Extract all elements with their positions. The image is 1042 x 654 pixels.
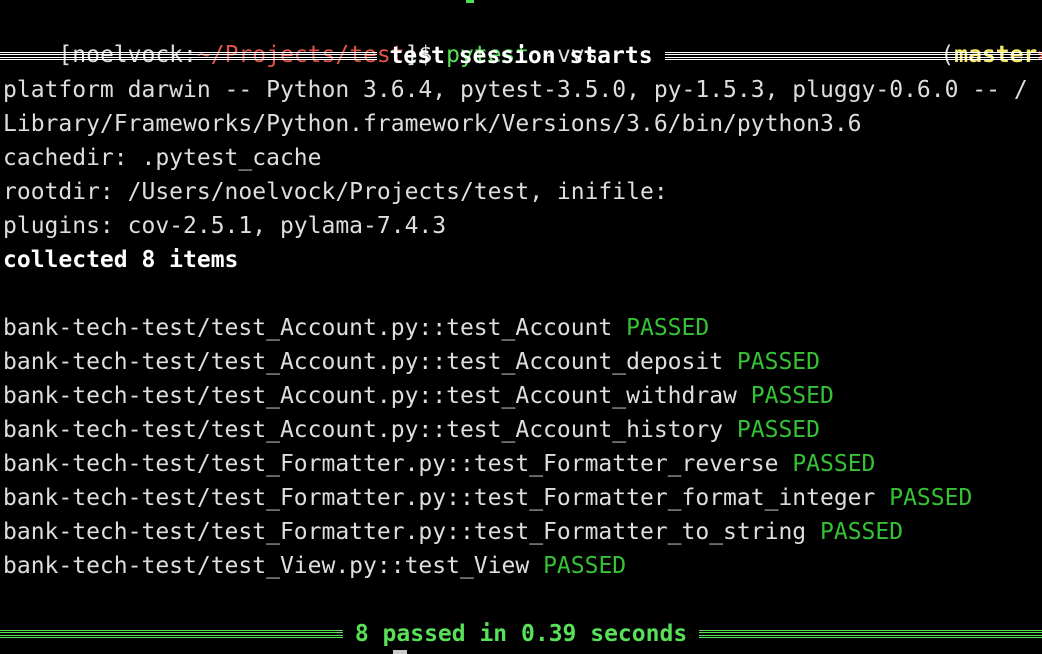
git-branch-indicator: (master✱) — [885, 4, 1042, 68]
test-name: bank-tech-test/test_Account.py::test_Acc… — [3, 349, 724, 375]
session-start-label: test session starts — [389, 43, 653, 69]
test-name: bank-tech-test/test_View.py::test_View — [3, 553, 530, 579]
info-line: rootdir: /Users/noelvock/Projects/test, … — [3, 179, 668, 205]
info-line: Library/Frameworks/Python.framework/Vers… — [3, 111, 862, 137]
test-result-row: bank-tech-test/test_Account.py::test_Acc… — [3, 311, 709, 345]
test-status: PASSED — [792, 451, 876, 477]
test-result-row: bank-tech-test/test_Account.py::test_Acc… — [3, 379, 834, 413]
test-name: bank-tech-test/test_Account.py::test_Acc… — [3, 383, 737, 409]
test-result-row: bank-tech-test/test_View.py::test_View P… — [3, 549, 626, 583]
rule-bar-right — [699, 630, 1042, 638]
test-name: bank-tech-test/test_Formatter.py::test_F… — [3, 519, 807, 545]
test-status: PASSED — [736, 349, 821, 375]
test-result-row: bank-tech-test/test_Formatter.py::test_F… — [3, 515, 903, 549]
test-status: PASSED — [626, 315, 710, 341]
test-result-row: bank-tech-test/test_Formatter.py::test_F… — [3, 447, 875, 481]
test-result-row: bank-tech-test/test_Formatter.py::test_F… — [3, 481, 972, 515]
test-status: PASSED — [736, 417, 821, 443]
test-status: PASSED — [543, 553, 627, 579]
info-line: platform darwin -- Python 3.6.4, pytest-… — [3, 77, 1028, 103]
session-start-rule: test session starts — [0, 39, 1042, 73]
test-name: bank-tech-test/test_Formatter.py::test_F… — [3, 451, 779, 477]
test-status: PASSED — [889, 485, 973, 511]
terminal-window[interactable]: [noelvock:~/Projects/test]$ pytest -vvs … — [0, 0, 1042, 654]
test-status: PASSED — [750, 383, 834, 409]
previous-line-fragment — [466, 0, 474, 3]
summary-rule: 8 passed in 0.39 seconds — [0, 617, 1042, 651]
test-status: PASSED — [820, 519, 904, 545]
collected-count: collected 8 items — [3, 247, 239, 273]
text-cursor — [393, 650, 407, 654]
test-result-row: bank-tech-test/test_Account.py::test_Acc… — [3, 413, 820, 447]
summary-label: 8 passed in 0.39 seconds — [354, 621, 688, 647]
test-result-row: bank-tech-test/test_Account.py::test_Acc… — [3, 345, 820, 379]
info-line: plugins: cov-2.5.1, pylama-7.4.3 — [3, 213, 447, 239]
rule-bar-left — [0, 630, 343, 638]
shell-prompt-line: [noelvock:~/Projects/test]$ pytest -vvs — [3, 4, 598, 68]
test-name: bank-tech-test/test_Account.py::test_Acc… — [3, 417, 724, 443]
test-name: bank-tech-test/test_Account.py::test_Acc… — [3, 315, 613, 341]
rule-bar-right — [664, 52, 1042, 60]
info-line: cachedir: .pytest_cache — [3, 145, 322, 171]
rule-bar-left — [0, 52, 378, 60]
test-name: bank-tech-test/test_Formatter.py::test_F… — [3, 485, 876, 511]
